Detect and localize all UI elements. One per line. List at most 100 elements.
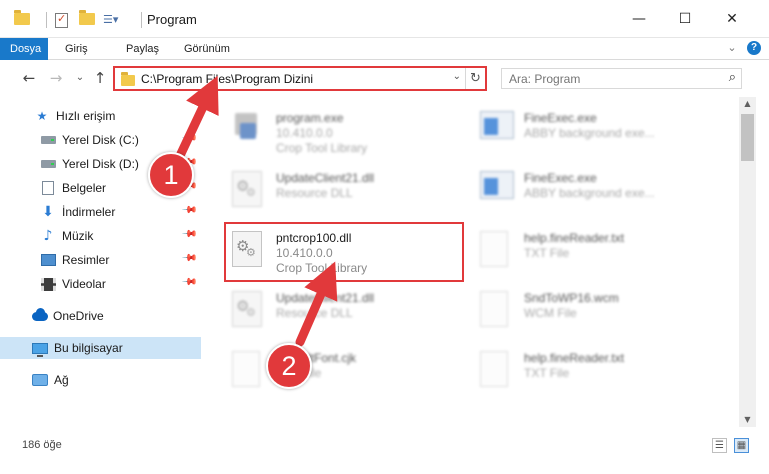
documents-icon <box>40 181 56 195</box>
sidebar-item-onedrive[interactable]: OneDrive <box>0 305 201 327</box>
file-tile[interactable]: help.fineReader.txt TXT File <box>474 341 710 393</box>
pin-icon[interactable]: 📌 <box>180 226 197 243</box>
sidebar-item-label: OneDrive <box>53 309 104 323</box>
address-path[interactable]: C:\Program Files\Program Dizini <box>141 72 313 86</box>
navigation-bar: ← → ⌄ ↑ C:\Program Files\Program Dizini … <box>0 61 769 95</box>
details-view-icon[interactable]: ☰ <box>712 438 727 453</box>
sidebar-item-label: Ağ <box>54 373 69 387</box>
recent-locations-icon[interactable]: ⌄ <box>71 69 89 87</box>
pin-icon[interactable]: 📌 <box>180 274 197 291</box>
sidebar-item-videos[interactable]: Videolar 📌 <box>0 273 201 295</box>
file-name: FineExec.exe <box>524 171 597 185</box>
file-tile[interactable]: FineExec.exe ABBY background exe... <box>474 161 710 213</box>
text-file-icon <box>480 231 512 269</box>
file-name: help.fineReader.txt <box>524 231 625 245</box>
file-tile[interactable]: DefaultFont.cjk CJK File <box>226 341 462 393</box>
videos-icon <box>40 277 56 291</box>
search-icon[interactable]: ⌕ <box>729 70 736 85</box>
quick-access-toolbar: ☰▾ <box>14 10 150 30</box>
file-description: Resource DLL <box>276 306 353 320</box>
file-tile[interactable]: help.fineReader.txt TXT File <box>474 221 710 273</box>
network-icon <box>32 373 48 387</box>
tab-gorunum[interactable]: Görünüm <box>174 38 240 60</box>
sidebar-item-label: Belgeler <box>62 181 107 195</box>
scroll-down-icon[interactable]: ▼ <box>739 413 756 427</box>
address-bar[interactable]: C:\Program Files\Program Dizini ⌄ ↻ <box>113 66 487 91</box>
scrollbar-thumb[interactable] <box>741 114 754 161</box>
toolbar-divider <box>46 12 47 28</box>
step-1-badge: 1 <box>148 152 194 198</box>
file-tile[interactable]: program.exe 10.410.0.0 Crop Tool Library <box>226 101 462 155</box>
highlight-box-pntcrop100 <box>224 222 464 282</box>
drive-icon <box>40 133 56 147</box>
file-name: UpdateClient21.dll <box>276 171 375 185</box>
address-dropdown-icon[interactable]: ⌄ <box>453 71 461 82</box>
music-icon: ♪ <box>43 228 53 244</box>
forward-button[interactable]: → <box>47 69 65 87</box>
pin-icon[interactable]: 📌 <box>180 250 197 267</box>
sidebar-item-local-disk-c[interactable]: Yerel Disk (C:) 📌 <box>0 129 201 151</box>
app-file-icon <box>232 111 264 149</box>
sidebar-item-label: Yerel Disk (D:) <box>62 157 139 171</box>
back-button[interactable]: ← <box>20 69 38 87</box>
file-name: program.exe <box>276 111 344 125</box>
file-tile[interactable]: FineExec.exe ABBY background exe... <box>474 101 710 153</box>
properties-icon[interactable] <box>55 12 71 28</box>
sidebar-item-pictures[interactable]: Resimler 📌 <box>0 249 201 271</box>
exe-file-icon <box>480 111 514 149</box>
new-folder-icon[interactable] <box>79 10 95 27</box>
sidebar-item-label: Müzik <box>62 229 94 243</box>
step-2-badge: 2 <box>266 343 312 389</box>
text-file-icon <box>480 291 512 329</box>
tab-paylas[interactable]: Paylaş <box>116 38 169 60</box>
up-button[interactable]: ↑ <box>91 69 109 87</box>
sidebar-item-network[interactable]: Ağ <box>0 369 201 391</box>
sidebar-item-quick-access[interactable]: ★ Hızlı erişim <box>0 105 201 127</box>
file-description: TXT File <box>524 366 570 380</box>
file-description: Crop Tool Library <box>276 141 368 155</box>
dll-file-icon <box>232 291 264 329</box>
dll-file-icon <box>232 171 264 209</box>
vertical-scrollbar[interactable]: ▲ ▼ <box>739 97 756 427</box>
file-description: ABBY background exe... <box>524 186 655 200</box>
file-name: FineExec.exe <box>524 111 597 125</box>
pin-icon[interactable]: 📌 <box>180 130 197 147</box>
tiles-view-icon[interactable]: ▦ <box>734 438 749 453</box>
sidebar-item-downloads[interactable]: ⬇ İndirmeler 📌 <box>0 201 201 223</box>
help-icon[interactable]: ? <box>747 41 761 55</box>
tab-dosya[interactable]: Dosya <box>0 38 48 60</box>
file-tile[interactable]: UpdateClient21.dll Resource DLL <box>226 161 462 213</box>
tab-giris[interactable]: Giriş <box>55 38 98 60</box>
maximize-button[interactable]: ☐ <box>673 8 697 30</box>
customize-toolbar-icon[interactable]: ☰▾ <box>103 13 125 27</box>
file-version: 10.410.0.0 <box>276 126 333 140</box>
onedrive-icon <box>32 307 48 323</box>
folder-icon <box>121 72 135 86</box>
title-bar: ☰▾ Program — ☐ ✕ <box>0 0 769 38</box>
file-tile[interactable]: SndToWP16.wcm WCM File <box>474 281 710 333</box>
close-button[interactable]: ✕ <box>720 8 744 30</box>
file-name: UpdateClient21.dll <box>276 291 375 305</box>
expand-ribbon-icon[interactable]: ⌄ <box>725 41 739 55</box>
sidebar-item-this-pc[interactable]: Bu bilgisayar <box>0 337 201 359</box>
file-tile[interactable]: UpdateClient21.dll Resource DLL <box>226 281 462 333</box>
scroll-up-icon[interactable]: ▲ <box>739 97 756 111</box>
search-input[interactable] <box>502 69 712 88</box>
drive-icon <box>40 157 56 171</box>
text-file-icon <box>232 351 264 389</box>
search-box[interactable]: ⌕ <box>501 68 742 89</box>
text-file-icon <box>480 351 512 389</box>
sidebar-item-label: İndirmeler <box>62 205 116 219</box>
refresh-icon[interactable]: ↻ <box>465 68 485 89</box>
file-description: TXT File <box>524 246 570 260</box>
folder-icon[interactable] <box>14 10 30 27</box>
file-description: WCM File <box>524 306 577 320</box>
sidebar-item-label: Videolar <box>62 277 106 291</box>
pin-icon[interactable]: 📌 <box>180 202 197 219</box>
file-name: SndToWP16.wcm <box>524 291 619 305</box>
ribbon-tabs: Dosya Giriş Paylaş Görünüm ⌄ ? <box>0 38 769 60</box>
sidebar-item-label: Bu bilgisayar <box>54 341 123 355</box>
minimize-button[interactable]: — <box>627 8 651 30</box>
file-name: help.fineReader.txt <box>524 351 625 365</box>
sidebar-item-music[interactable]: ♪ Müzik 📌 <box>0 225 201 247</box>
